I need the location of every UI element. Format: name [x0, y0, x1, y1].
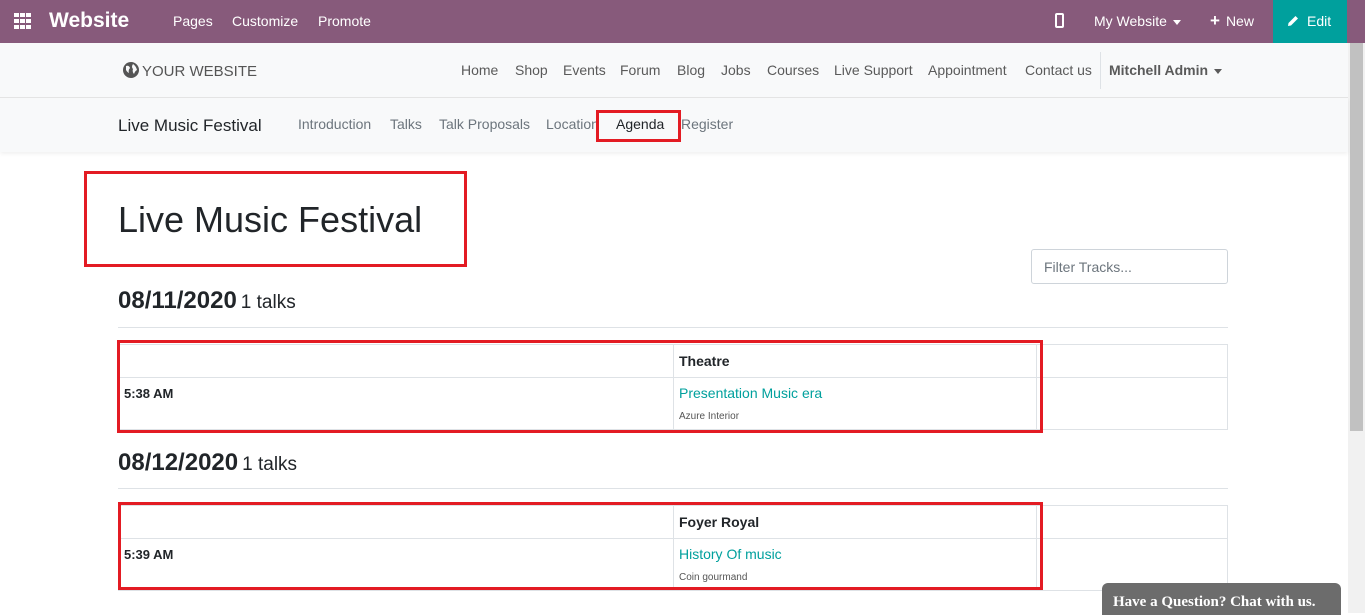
site-logo[interactable]: YOUR WEBSITE: [122, 61, 257, 80]
live-chat-button[interactable]: Have a Question? Chat with us.: [1102, 583, 1341, 615]
tab-talk-proposals[interactable]: Talk Proposals: [439, 116, 530, 132]
tab-location[interactable]: Location: [546, 116, 598, 132]
menu-customize[interactable]: Customize: [232, 13, 298, 29]
day-date: 08/11/2020: [118, 287, 237, 314]
globe-icon: [123, 62, 139, 78]
user-menu[interactable]: Mitchell Admin: [1109, 62, 1223, 78]
nav-home[interactable]: Home: [461, 62, 498, 78]
nav-contact-us[interactable]: Contact us: [1025, 62, 1092, 78]
logo-text: YOUR WEBSITE: [142, 63, 258, 80]
app-title: Website: [49, 9, 130, 32]
nav-blog[interactable]: Blog: [677, 62, 705, 78]
day-header: 08/12/2020 1 talks: [118, 449, 297, 477]
my-website-label: My Website: [1094, 13, 1167, 29]
highlight-box-title: [84, 171, 467, 267]
new-button[interactable]: + New: [1210, 11, 1254, 30]
plus-icon: +: [1210, 11, 1220, 30]
filter-tracks-input[interactable]: Filter Tracks...: [1031, 249, 1228, 284]
apps-grid-icon[interactable]: [14, 13, 32, 29]
nav-events[interactable]: Events: [563, 62, 606, 78]
edit-button[interactable]: Edit: [1273, 0, 1347, 43]
talk-count: 1 talks: [240, 292, 296, 313]
user-name: Mitchell Admin: [1109, 62, 1209, 78]
day-header: 08/11/2020 1 talks: [118, 287, 296, 315]
tab-introduction[interactable]: Introduction: [298, 116, 371, 132]
nav-divider: [1100, 52, 1101, 89]
site-navbar: YOUR WEBSITE Home Shop Events Forum Blog…: [0, 43, 1348, 98]
nav-live-support[interactable]: Live Support: [834, 62, 913, 78]
day-date: 08/12/2020: [118, 449, 239, 476]
divider: [118, 327, 1228, 328]
chevron-down-icon: [1172, 19, 1181, 25]
mobile-preview-icon[interactable]: [1055, 13, 1064, 28]
divider: [118, 488, 1228, 489]
empty-cell: [1036, 377, 1228, 430]
highlight-box-agenda-tab: [596, 110, 681, 142]
admin-topbar: Website Pages Customize Promote My Websi…: [0, 0, 1365, 43]
event-name[interactable]: Live Music Festival: [118, 116, 262, 136]
nav-courses[interactable]: Courses: [767, 62, 819, 78]
empty-cell: [1036, 344, 1228, 378]
new-label: New: [1225, 13, 1254, 29]
tab-register[interactable]: Register: [681, 116, 733, 132]
scrollbar-thumb[interactable]: [1350, 43, 1363, 431]
talk-count: 1 talks: [242, 454, 298, 475]
nav-appointment[interactable]: Appointment: [928, 62, 1007, 78]
chevron-down-icon: [1214, 68, 1223, 74]
nav-jobs[interactable]: Jobs: [721, 62, 751, 78]
nav-forum[interactable]: Forum: [620, 62, 660, 78]
empty-cell: [1036, 505, 1228, 539]
page-scrollbar[interactable]: [1348, 43, 1365, 613]
highlight-box-day2: [118, 502, 1043, 590]
highlight-box-day1: [117, 340, 1043, 433]
my-website-dropdown[interactable]: My Website: [1094, 13, 1181, 29]
edit-label: Edit: [1307, 13, 1332, 29]
menu-promote[interactable]: Promote: [318, 13, 371, 29]
pencil-icon: [1288, 16, 1298, 26]
nav-shop[interactable]: Shop: [515, 62, 548, 78]
menu-pages[interactable]: Pages: [173, 13, 213, 29]
tab-talks[interactable]: Talks: [390, 116, 422, 132]
